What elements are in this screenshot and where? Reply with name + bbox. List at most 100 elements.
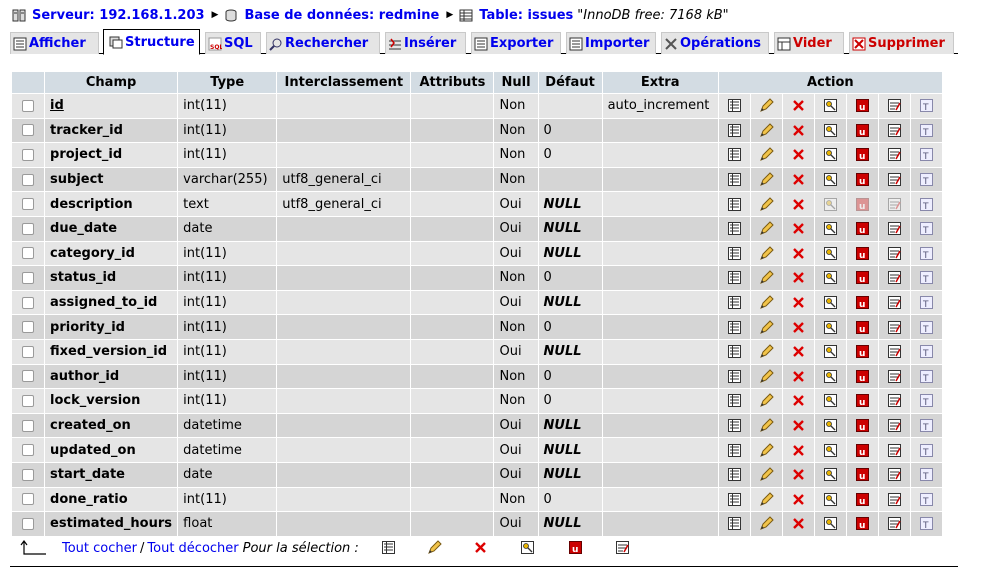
browse-distinct-icon[interactable] [727,418,742,433]
fulltext-icon[interactable]: T [919,295,934,310]
primary-key-icon[interactable] [823,123,838,138]
unique-icon[interactable]: u [855,172,870,187]
fulltext-icon[interactable]: T [919,172,934,187]
fulltext-icon[interactable]: T [919,516,934,531]
drop-x-icon[interactable] [791,147,806,162]
browse-distinct-icon[interactable] [727,344,742,359]
drop-x-icon[interactable] [791,516,806,531]
browse-distinct-icon[interactable] [727,270,742,285]
primary-key-icon[interactable] [823,492,838,507]
unique-icon[interactable]: u [855,443,870,458]
row-checkbox[interactable] [22,198,35,211]
row-checkbox[interactable] [22,247,35,260]
table-link[interactable]: Table: issues [479,8,573,23]
index-icon[interactable] [887,418,902,433]
unique-icon[interactable]: u [855,369,870,384]
edit-pencil-icon[interactable] [759,221,774,236]
browse-distinct-icon[interactable] [727,467,742,482]
fulltext-icon[interactable]: T [919,418,934,433]
edit-pencil-icon[interactable] [759,418,774,433]
drop-x-icon[interactable] [791,98,806,113]
row-checkbox[interactable] [22,99,35,112]
index-icon[interactable] [887,98,902,113]
drop-x-icon[interactable] [791,197,806,212]
unique-icon[interactable]: u [855,418,870,433]
browse-distinct-icon[interactable] [727,320,742,335]
browse-distinct-icon[interactable] [727,147,742,162]
tab-vider[interactable]: Vider [774,32,844,54]
drop-x-icon[interactable] [791,443,806,458]
check-all-link[interactable]: Tout cocher [62,541,137,556]
fulltext-icon[interactable]: T [919,467,934,482]
tab-importer[interactable]: Importer [566,32,656,54]
drop-x-icon[interactable] [791,492,806,507]
edit-pencil-icon[interactable] [759,492,774,507]
browse-distinct-icon[interactable] [727,123,742,138]
row-checkbox[interactable] [22,517,35,530]
edit-pencil-icon[interactable] [759,442,774,458]
index-icon[interactable] [887,369,902,384]
edit-pencil-icon[interactable] [759,369,774,384]
row-checkbox[interactable] [22,345,35,358]
primary-key-icon[interactable] [823,369,838,384]
primary-key-icon[interactable] [823,516,838,531]
index-icon[interactable] [887,344,902,359]
drop-x-icon[interactable] [791,467,806,482]
row-checkbox[interactable] [22,321,35,334]
browse-distinct-icon[interactable] [727,197,742,212]
row-checkbox[interactable] [22,271,35,284]
primary-key-icon[interactable] [823,393,838,408]
primary-key-icon[interactable] [823,172,838,187]
primary-key-icon[interactable] [823,320,838,335]
edit-pencil-icon[interactable] [759,123,774,138]
unique-icon[interactable]: u [855,270,870,285]
selection-index-icon[interactable] [615,540,630,555]
browse-distinct-icon[interactable] [727,246,742,261]
browse-distinct-icon[interactable] [727,443,742,458]
row-checkbox[interactable] [22,444,35,457]
unique-icon[interactable]: u [855,320,870,335]
drop-x-icon[interactable] [791,172,806,187]
database-link[interactable]: Base de données: redmine [244,8,439,23]
index-icon[interactable] [887,492,902,507]
primary-key-icon[interactable] [823,246,838,261]
browse-distinct-icon[interactable] [727,369,742,384]
edit-pencil-icon[interactable] [759,516,774,531]
selection-edit-icon[interactable] [427,540,442,555]
unique-icon[interactable]: u [855,344,870,359]
primary-key-icon[interactable] [823,344,838,359]
tab-supprimer[interactable]: Supprimer [849,32,954,54]
primary-key-icon[interactable] [823,221,838,236]
browse-distinct-icon[interactable] [727,295,742,310]
fulltext-icon[interactable]: T [919,369,934,384]
tab-exporter[interactable]: Exporter [471,32,561,54]
primary-key-icon[interactable] [823,197,838,212]
row-checkbox[interactable] [22,124,35,137]
browse-distinct-icon[interactable] [727,516,742,531]
drop-x-icon[interactable] [791,295,806,310]
fulltext-icon[interactable]: T [919,147,934,162]
selection-primary-key-icon[interactable] [520,540,535,555]
drop-x-icon[interactable] [791,123,806,138]
edit-pencil-icon[interactable] [759,147,774,162]
fulltext-icon[interactable]: T [919,270,934,285]
index-icon[interactable] [887,221,902,236]
primary-key-icon[interactable] [823,98,838,113]
drop-x-icon[interactable] [791,393,806,408]
drop-x-icon[interactable] [791,344,806,359]
tab-operations[interactable]: Opérations [661,32,769,54]
unique-icon[interactable]: u [855,492,870,507]
unique-icon[interactable]: u [855,123,870,138]
edit-pencil-icon[interactable] [759,196,774,212]
row-checkbox[interactable] [22,370,35,383]
tab-structure[interactable]: Structure [103,29,200,55]
browse-distinct-icon[interactable] [727,98,742,113]
unique-icon[interactable]: u [855,393,870,408]
index-icon[interactable] [887,197,902,212]
drop-x-icon[interactable] [791,320,806,335]
primary-key-icon[interactable] [823,443,838,458]
row-checkbox[interactable] [22,173,35,186]
primary-key-icon[interactable] [823,147,838,162]
fulltext-icon[interactable]: T [919,197,934,212]
edit-pencil-icon[interactable] [759,98,774,113]
